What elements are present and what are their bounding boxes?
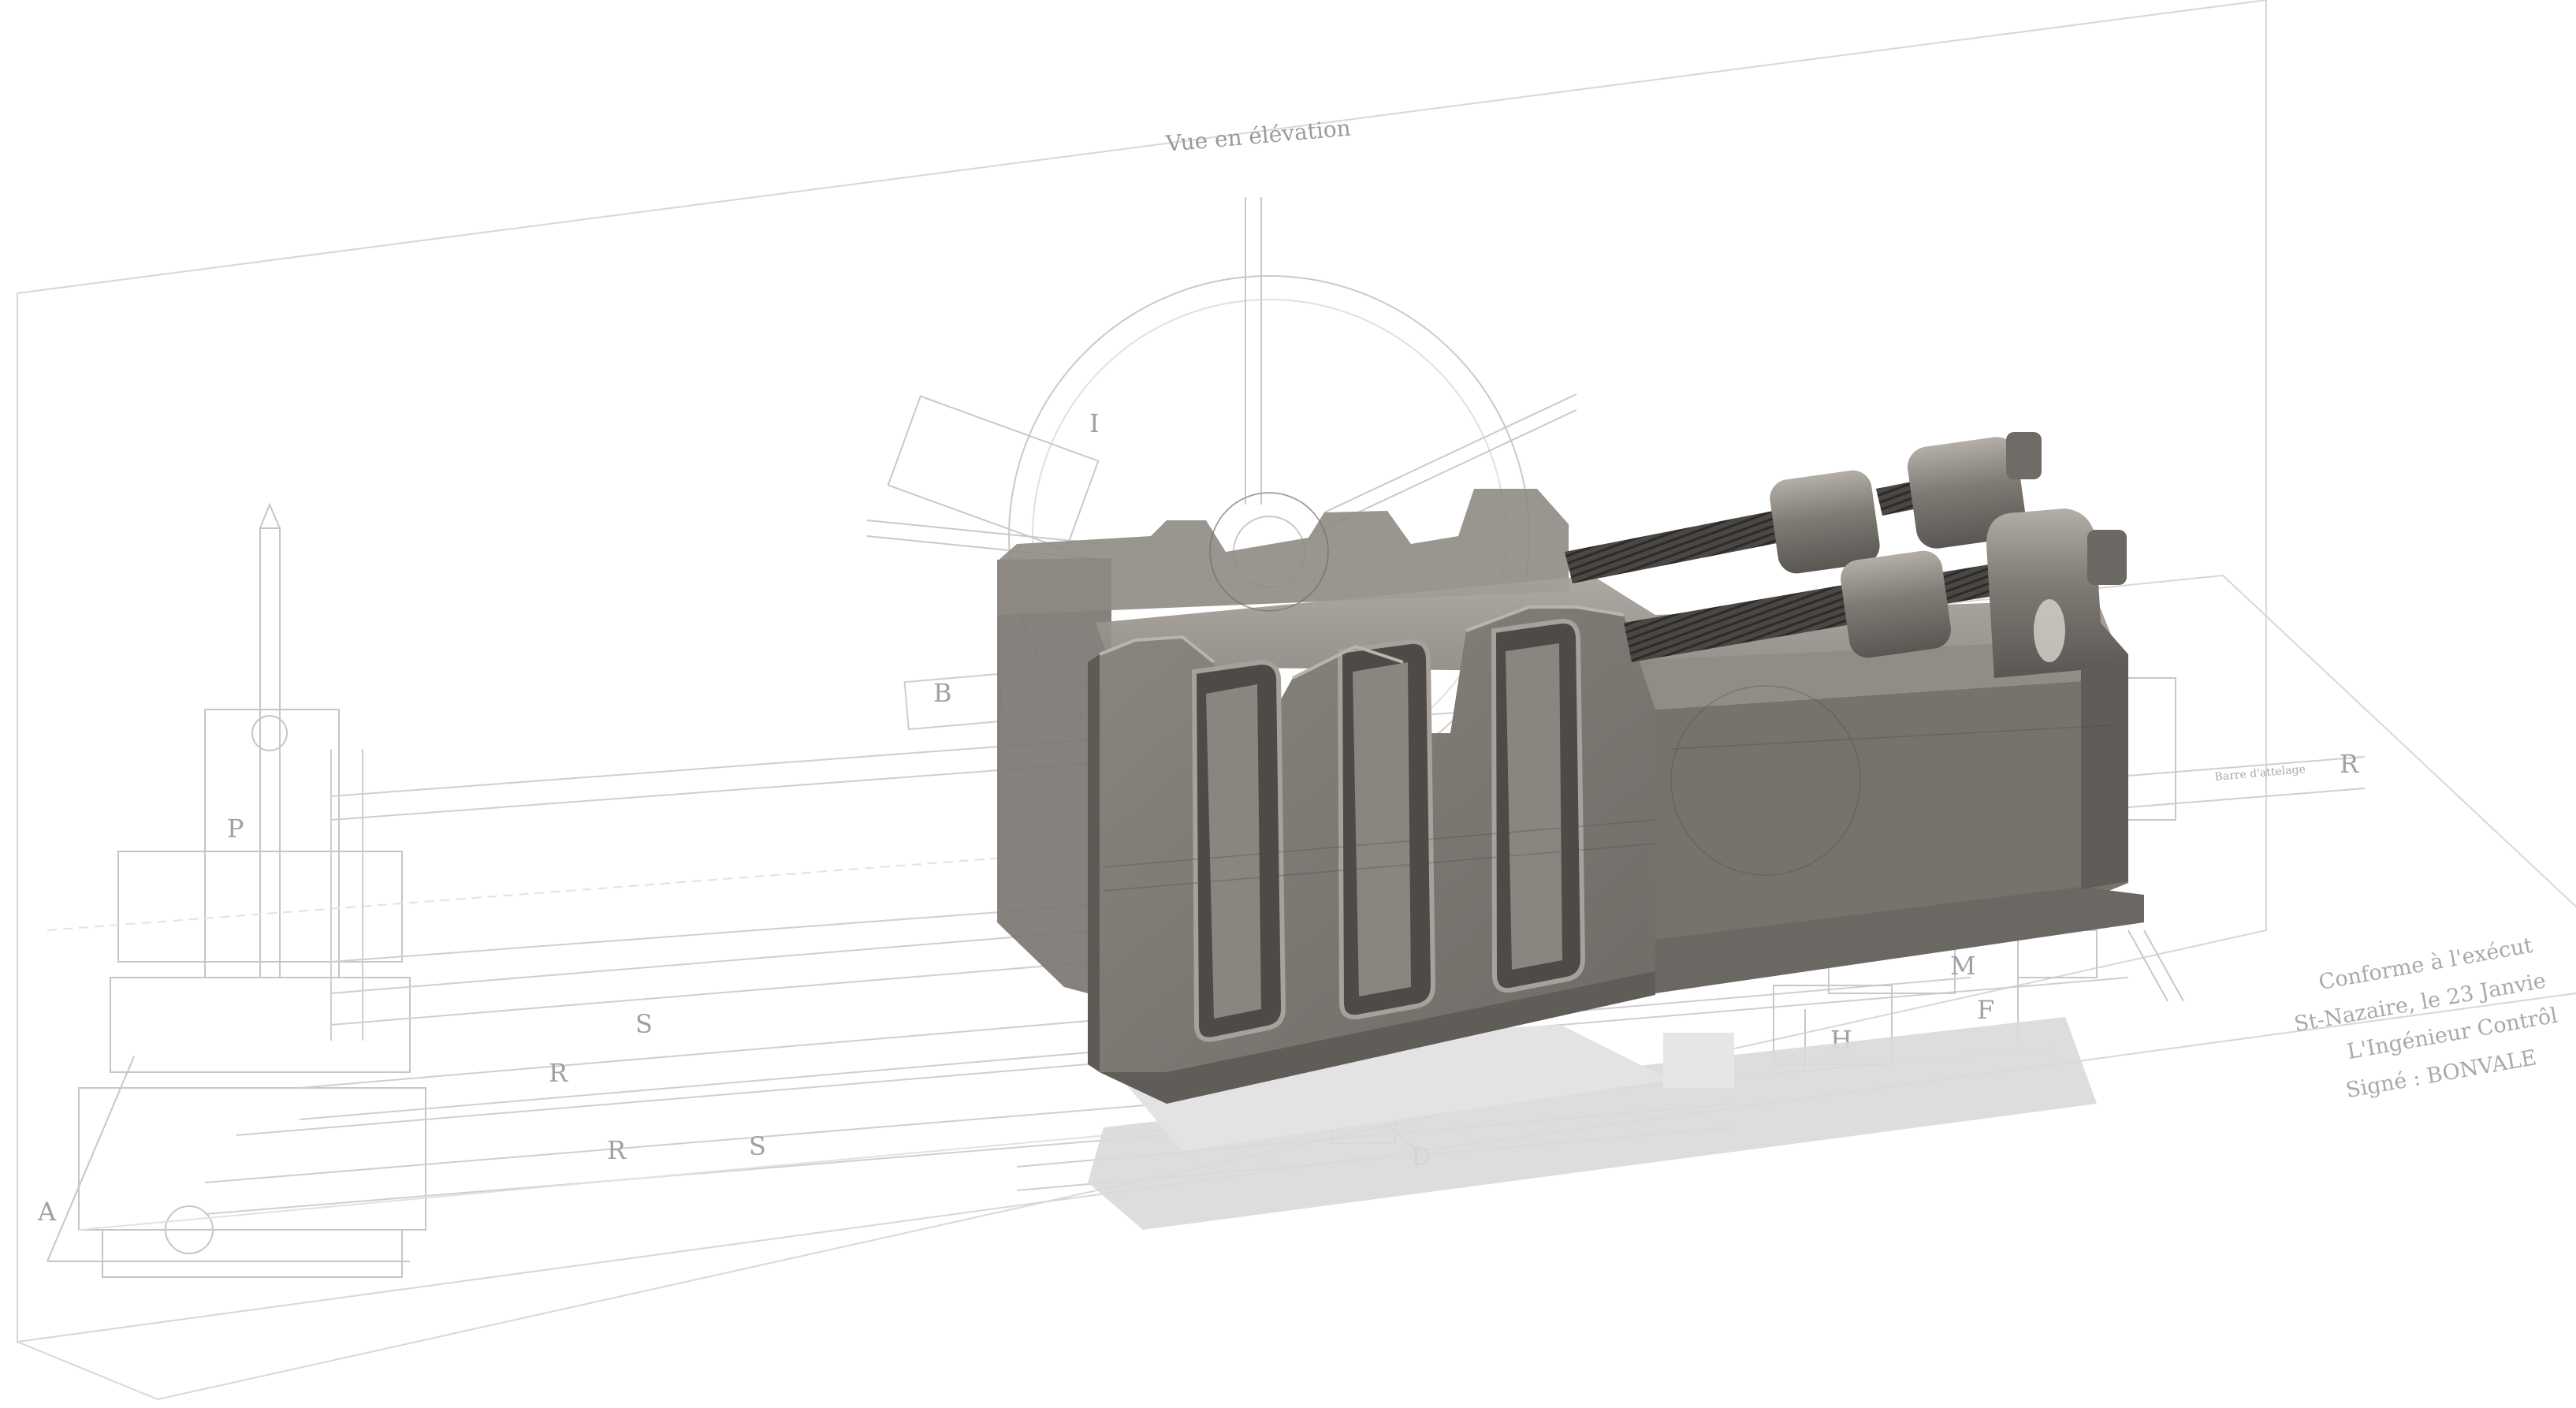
label-R: R [549, 1058, 568, 1088]
blueprint-left-stand [47, 502, 426, 1278]
label-P: P [227, 814, 244, 844]
body-left-side[interactable] [1088, 654, 1100, 1072]
right-base-side[interactable] [2081, 640, 2128, 889]
scene[interactable]: Vue en élévation I P B S R R S H F M R A… [0, 0, 2576, 1405]
front-nut-1[interactable] [1838, 549, 1953, 661]
pockets [1191, 618, 1586, 1042]
vise-model[interactable] [997, 432, 2144, 1104]
label-B: B [933, 678, 952, 708]
note-barre: Barre d'attelage [2214, 763, 2306, 784]
approval-stamp: Conforme à l'exécut St-Nazaire, le 23 Ja… [2292, 933, 2559, 1103]
label-M: M [1950, 951, 1976, 981]
rear-end-cap[interactable] [2006, 432, 2042, 479]
drawing-title: Vue en élévation [1164, 115, 1352, 157]
blueprint-title: Vue en élévation [1164, 115, 1352, 157]
label-S2: S [749, 1131, 766, 1161]
label-I: I [1089, 408, 1100, 438]
label-A2: A [37, 1197, 57, 1227]
front-end-cap[interactable] [2087, 530, 2127, 585]
label-F: F [1977, 995, 1994, 1025]
cad-viewport[interactable]: Vue en élévation I P B S R R S H F M R A… [0, 0, 2576, 1405]
label-R2: R [2340, 749, 2359, 779]
label-R3: R [607, 1135, 627, 1165]
label-S: S [635, 1009, 653, 1039]
